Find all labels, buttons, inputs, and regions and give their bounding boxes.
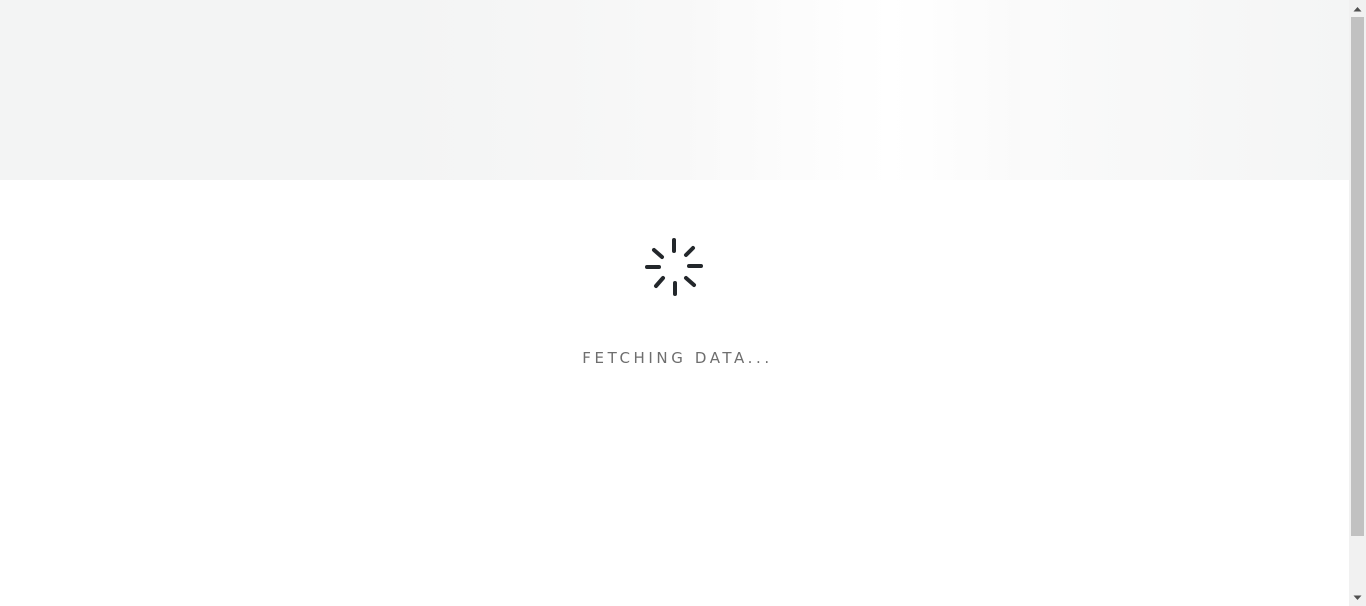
loading-message: FETCHING DATA... bbox=[582, 349, 773, 367]
spinner-icon bbox=[644, 238, 703, 296]
scroll-up-arrow-icon[interactable] bbox=[1349, 0, 1366, 17]
vertical-scrollbar[interactable] bbox=[1349, 0, 1366, 606]
main-content: FETCHING DATA... bbox=[0, 0, 1349, 606]
scrollbar-thumb[interactable] bbox=[1351, 17, 1364, 536]
page: FETCHING DATA... bbox=[0, 0, 1366, 606]
scroll-down-arrow-icon[interactable] bbox=[1349, 589, 1366, 606]
loading-spinner bbox=[0, 236, 1349, 298]
skeleton-banner-placeholder bbox=[0, 0, 1349, 180]
